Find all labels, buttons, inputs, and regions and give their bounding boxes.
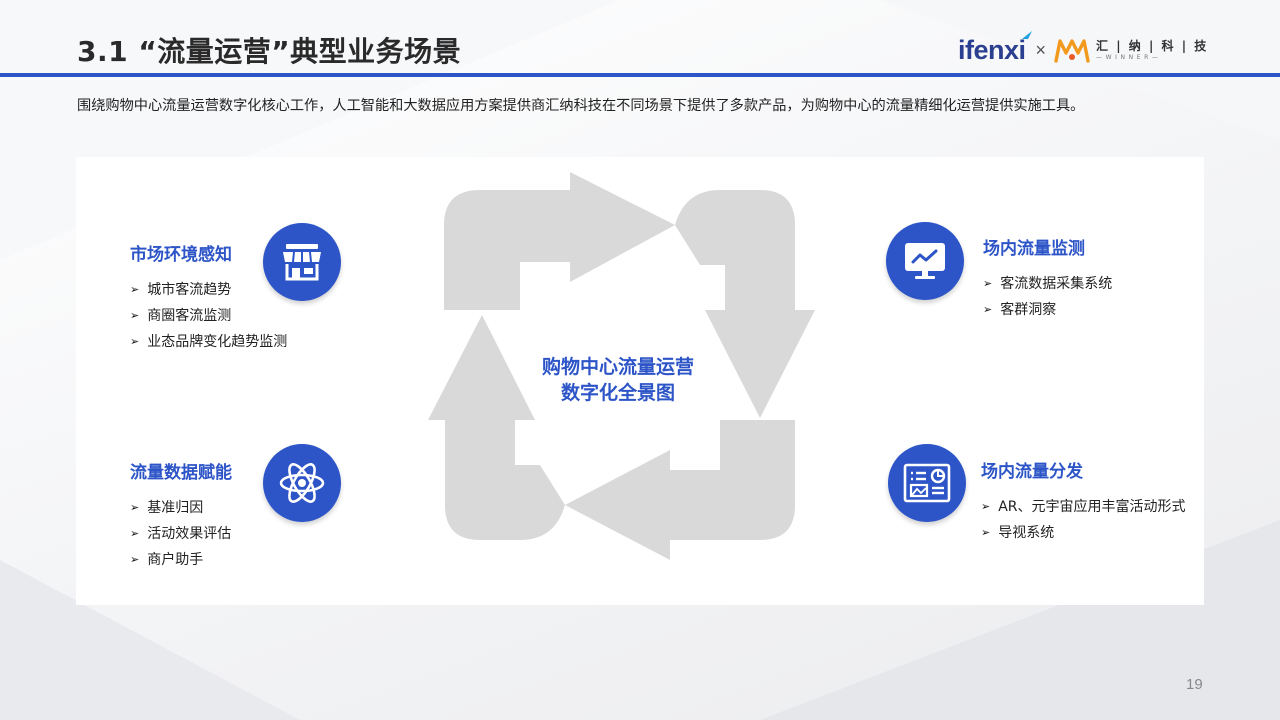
bullet-arrow-icon: ➢ [130, 553, 140, 566]
dashboard-icon [888, 444, 966, 522]
cycle-arrow-left [428, 315, 565, 540]
group-list: ➢ 城市客流趋势 ➢ 商圈客流监测 ➢ 业态品牌变化趋势监测 [130, 277, 287, 355]
list-item: ➢ 活动效果评估 [130, 521, 232, 547]
group-title: 场内流量监测 [983, 239, 1085, 259]
page-number: 19 [1186, 676, 1203, 693]
list-item: ➢ 商户助手 [130, 547, 232, 573]
group-title: 流量数据赋能 [130, 463, 232, 483]
page-title: 3.1 “流量运营”典型业务场景 [77, 35, 462, 68]
winner-logo-en: —WINNER— [1096, 53, 1162, 61]
list-item-text: 导视系统 [998, 525, 1055, 541]
monitor-chart-icon [886, 222, 964, 300]
cycle-center-line2: 数字化全景图 [560, 382, 675, 404]
logo-separator: × [1035, 39, 1047, 60]
winner-logo-mark-icon [1054, 39, 1090, 63]
list-item: ➢ 商圈客流监测 [130, 303, 287, 329]
group-venue-monitoring: 场内流量监测 ➢ 客流数据采集系统 ➢ 客群洞察 [983, 234, 1112, 323]
brand-logos: ifenxi × 汇 | 纳 | 科 | 技 —WINNER— [958, 30, 1208, 66]
winner-logo-text: 汇 | 纳 | 科 | 技 —WINNER— [1096, 40, 1208, 61]
list-item-text: AR、元宇宙应用丰富活动形式 [998, 499, 1186, 515]
list-item-text: 活动效果评估 [147, 526, 232, 542]
list-item: ➢ 城市客流趋势 [130, 277, 287, 303]
bullet-arrow-icon: ➢ [130, 309, 140, 322]
bullet-arrow-icon: ➢ [130, 527, 140, 540]
intro-text: 围绕购物中心流量运营数字化核心工作，人工智能和大数据应用方案提供商汇纳科技在不同… [77, 98, 1085, 114]
winner-logo-cn: 汇 | 纳 | 科 | 技 [1096, 38, 1209, 53]
bullet-arrow-icon: ➢ [983, 303, 993, 316]
ifenxi-logo-text: ifenxi [958, 34, 1026, 65]
ifenxi-logo-mark-icon [1021, 30, 1032, 39]
list-item: ➢ 导视系统 [981, 520, 1186, 546]
group-data-empowerment: 流量数据赋能 ➢ 基准归因 ➢ 活动效果评估 ➢ 商户助手 [130, 458, 232, 573]
bullet-arrow-icon: ➢ [981, 500, 991, 513]
list-item-text: 客流数据采集系统 [1000, 276, 1113, 292]
list-item-text: 业态品牌变化趋势监测 [147, 334, 288, 350]
group-list: ➢ 客流数据采集系统 ➢ 客群洞察 [983, 271, 1112, 323]
list-item-text: 商圈客流监测 [147, 308, 232, 324]
group-list: ➢ 基准归因 ➢ 活动效果评估 ➢ 商户助手 [130, 495, 232, 573]
cycle-arrow-top [444, 172, 675, 310]
title-underline [0, 73, 1280, 77]
group-list: ➢ AR、元宇宙应用丰富活动形式 ➢ 导视系统 [981, 494, 1186, 546]
list-item: ➢ AR、元宇宙应用丰富活动形式 [981, 494, 1186, 520]
cycle-arrow-bottom [565, 420, 795, 560]
bullet-arrow-icon: ➢ [130, 335, 140, 348]
list-item-text: 城市客流趋势 [147, 282, 232, 298]
bullet-arrow-icon: ➢ [130, 283, 140, 296]
list-item: ➢ 客流数据采集系统 [983, 271, 1112, 297]
cycle-center-title: 购物中心流量运营 数字化全景图 [518, 354, 718, 406]
list-item-text: 商户助手 [147, 552, 204, 568]
ifenxi-logo: ifenxi [958, 30, 1032, 66]
bullet-arrow-icon: ➢ [130, 501, 140, 514]
list-item-text: 基准归因 [147, 500, 204, 516]
group-venue-distribution: 场内流量分发 ➢ AR、元宇宙应用丰富活动形式 ➢ 导视系统 [981, 457, 1186, 546]
atom-icon [263, 444, 341, 522]
group-title: 场内流量分发 [981, 462, 1083, 482]
store-icon [263, 223, 341, 301]
list-item: ➢ 业态品牌变化趋势监测 [130, 329, 287, 355]
list-item: ➢ 基准归因 [130, 495, 232, 521]
list-item-text: 客群洞察 [1000, 302, 1057, 318]
list-item: ➢ 客群洞察 [983, 297, 1112, 323]
bullet-arrow-icon: ➢ [981, 526, 991, 539]
bullet-arrow-icon: ➢ [983, 277, 993, 290]
cycle-center-line1: 购物中心流量运营 [541, 356, 694, 378]
